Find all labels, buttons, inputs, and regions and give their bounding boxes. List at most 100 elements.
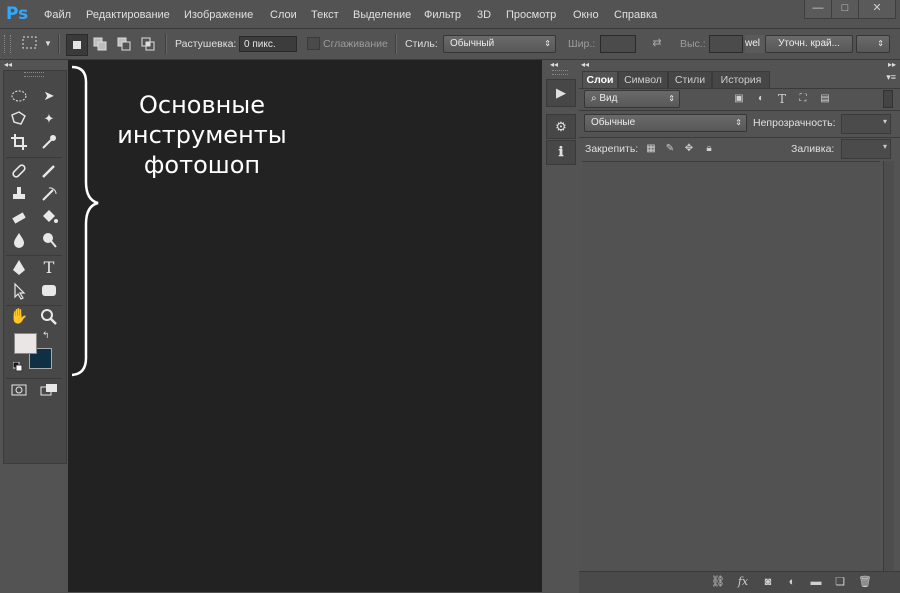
workspace-dropdown[interactable]: ⇕ xyxy=(856,35,890,53)
new-layer-icon[interactable]: ❏ xyxy=(831,575,849,589)
brush-tool-icon[interactable] xyxy=(38,161,60,181)
fill-input[interactable]: ▾ xyxy=(841,139,891,159)
lock-image-pixels-icon[interactable]: ✎ xyxy=(664,143,676,154)
restore-button[interactable]: □ xyxy=(831,0,859,19)
lock-all-icon[interactable]: 🔒︎ xyxy=(703,143,715,154)
collapse-panel-icon[interactable]: ◂◂ xyxy=(4,60,12,69)
move-tool-icon[interactable]: ➤ xyxy=(38,86,60,106)
pen-tool-icon[interactable] xyxy=(8,258,30,278)
width-input[interactable] xyxy=(600,35,636,53)
antialias-checkbox[interactable] xyxy=(307,37,320,50)
menu-3d[interactable]: 3D xyxy=(477,0,491,28)
mask-icon[interactable]: ◙ xyxy=(759,575,777,589)
lasso-tool-icon[interactable] xyxy=(8,109,30,129)
menu-help[interactable]: Справка xyxy=(614,0,657,28)
refine-edge-button[interactable]: Уточн. край... xyxy=(765,35,853,53)
menu-filter[interactable]: Фильтр xyxy=(424,0,461,28)
menu-select[interactable]: Выделение xyxy=(353,0,411,28)
paint-bucket-tool-icon[interactable] xyxy=(38,207,60,227)
options-bar: ▼ Растушевка: 0 пикс. Сглаживание Стиль:… xyxy=(0,29,900,60)
filter-adjustment-icon[interactable]: ◐ xyxy=(754,93,768,104)
layers-scrollbar[interactable] xyxy=(883,161,894,571)
menu-image[interactable]: Изображение xyxy=(184,0,253,28)
trash-icon[interactable]: 🗑︎ xyxy=(856,575,874,589)
collapse-dock-icon[interactable]: ◂◂ xyxy=(550,60,558,69)
divider xyxy=(6,378,62,379)
lock-transparent-pixels-icon[interactable]: ▦ xyxy=(645,143,657,154)
collapse-panel-icon[interactable]: ◂◂ xyxy=(581,60,589,69)
layers-bottom-bar: ⛓ fx ◙ ◐ ▬ ❏ 🗑︎ xyxy=(579,571,900,593)
magic-wand-tool-icon[interactable]: ✦ xyxy=(38,109,60,129)
eraser-tool-icon[interactable] xyxy=(8,207,30,227)
marquee-preset-icon[interactable] xyxy=(22,36,38,50)
menu-window[interactable]: Окно xyxy=(573,0,599,28)
tools-grip[interactable] xyxy=(24,72,44,77)
swap-dimensions-icon[interactable]: ⇄ xyxy=(648,34,666,52)
menu-edit[interactable]: Редактирование xyxy=(86,0,170,28)
opacity-input[interactable]: ▾ xyxy=(841,114,891,134)
clone-stamp-tool-icon[interactable] xyxy=(8,184,30,204)
feather-label: Растушевка: xyxy=(175,38,237,50)
new-selection-button[interactable] xyxy=(66,34,88,56)
actions-play-icon[interactable]: ▶ xyxy=(546,79,576,107)
fx-icon[interactable]: fx xyxy=(734,575,752,589)
screen-mode-icon[interactable] xyxy=(38,380,60,400)
layers-list[interactable] xyxy=(582,161,880,572)
filter-type-icon[interactable]: T xyxy=(775,92,789,106)
rectangle-tool-icon[interactable] xyxy=(38,281,60,301)
subtract-from-selection-button[interactable] xyxy=(114,34,134,54)
crop-tool-icon[interactable] xyxy=(8,132,30,152)
filter-smart-object-icon[interactable]: ▤ xyxy=(818,93,832,104)
panel-menu-icon[interactable]: ▾≡ xyxy=(886,72,896,83)
properties-panel-icon[interactable]: ⚙ xyxy=(546,114,576,139)
tab-history[interactable]: История xyxy=(712,71,770,89)
intersect-selection-button[interactable] xyxy=(138,34,158,54)
lock-position-icon[interactable]: ✥ xyxy=(683,143,695,154)
divider xyxy=(165,34,167,54)
healing-brush-tool-icon[interactable] xyxy=(8,161,30,181)
filter-kind-dropdown[interactable]: ⌕ Вид ⇕ xyxy=(584,90,680,108)
menu-view[interactable]: Просмотр xyxy=(506,0,556,28)
adjustment-icon[interactable]: ◐ xyxy=(783,575,801,589)
menu-layers[interactable]: Слои xyxy=(270,0,297,28)
dropdown-arrow-icon[interactable]: ▾ xyxy=(883,117,887,126)
group-folder-icon[interactable]: ▬ xyxy=(807,575,825,589)
tab-character[interactable]: Символ xyxy=(618,71,668,89)
rectangular-marquee-tool-icon[interactable] xyxy=(8,86,30,106)
tab-layers[interactable]: Слои xyxy=(582,71,618,89)
link-icon[interactable]: ⛓ xyxy=(709,575,727,589)
expand-panel-icon[interactable]: ▸▸ xyxy=(888,60,896,69)
height-label: Выс.: xyxy=(680,38,706,50)
filter-pixel-icon[interactable]: ▣ xyxy=(732,93,746,104)
swap-colors-icon[interactable]: ↰ xyxy=(42,330,50,341)
photoshop-logo: Ps xyxy=(6,4,29,24)
quick-mask-icon[interactable] xyxy=(8,380,30,400)
feather-input[interactable]: 0 пикс. xyxy=(239,36,297,52)
dropdown-arrow-icon[interactable]: ▾ xyxy=(883,142,887,151)
hand-tool-icon[interactable]: ✋ xyxy=(8,307,30,327)
options-grip[interactable] xyxy=(4,35,11,53)
menu-file[interactable]: Файл xyxy=(44,0,71,28)
dock-grip[interactable] xyxy=(552,70,568,75)
tab-styles[interactable]: Стили xyxy=(668,71,712,89)
close-button[interactable]: ✕ xyxy=(858,0,896,19)
filter-toggle-switch[interactable] xyxy=(883,90,893,108)
minimize-button[interactable]: — xyxy=(804,0,832,19)
dodge-tool-icon[interactable] xyxy=(38,230,60,250)
blend-mode-dropdown[interactable]: Обычные ⇕ xyxy=(584,114,747,132)
height-input[interactable] xyxy=(709,35,743,53)
style-dropdown[interactable]: Обычный ⇕ xyxy=(443,35,556,53)
history-brush-tool-icon[interactable] xyxy=(38,184,60,204)
default-colors-icon[interactable] xyxy=(12,361,23,375)
foreground-color-swatch[interactable] xyxy=(14,333,37,354)
add-to-selection-button[interactable] xyxy=(90,34,110,54)
filter-shape-icon[interactable]: ⛶ xyxy=(796,93,810,104)
preset-dropdown-arrow-icon[interactable]: ▼ xyxy=(44,39,52,48)
menu-type[interactable]: Текст xyxy=(311,0,339,28)
zoom-tool-icon[interactable] xyxy=(38,307,60,327)
blur-tool-icon[interactable] xyxy=(8,230,30,250)
info-panel-icon[interactable]: ℹ xyxy=(546,140,576,165)
path-selection-tool-icon[interactable] xyxy=(8,281,30,301)
type-tool-icon[interactable]: T xyxy=(38,258,60,278)
eyedropper-tool-icon[interactable] xyxy=(38,132,60,152)
